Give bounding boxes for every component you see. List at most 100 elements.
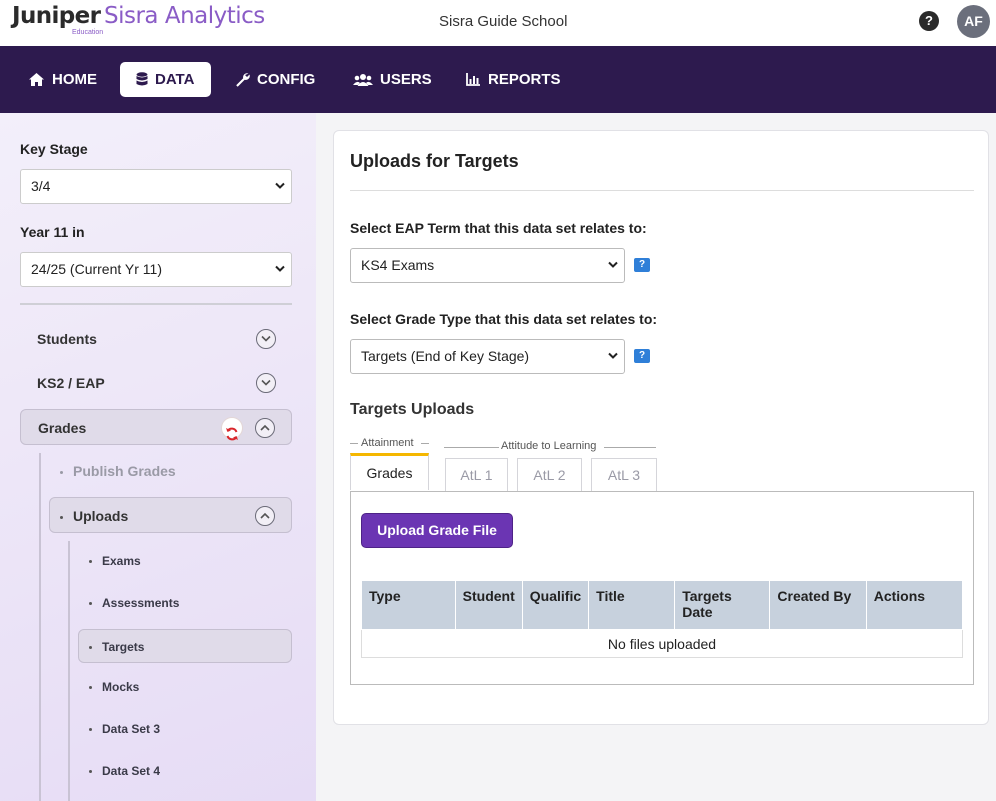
app-name: Sisra Analytics [104, 3, 265, 29]
group-line [421, 443, 429, 444]
chevron-down-icon [608, 352, 618, 359]
sidebar-item-grades[interactable]: Grades [20, 409, 292, 445]
sidebar-item-mocks[interactable]: Mocks [79, 670, 292, 704]
column-header-created-by[interactable]: Created By [769, 580, 867, 630]
uploads-table: Type Student Qualific Title Targets Date… [361, 580, 964, 658]
upload-grade-file-button[interactable]: Upload Grade File [361, 513, 513, 548]
grade-type-value: Targets (End of Key Stage) [361, 348, 530, 364]
column-header-qualification[interactable]: Qualific [521, 580, 590, 630]
key-stage-value: 3/4 [31, 178, 51, 194]
sidebar-item-ks2-eap[interactable]: KS2 / EAP [20, 365, 292, 401]
group-line [350, 443, 358, 444]
group-label-attainment: Attainment [361, 437, 414, 449]
tab-atl-1[interactable]: AtL 1 [445, 458, 508, 492]
bullet [89, 770, 92, 774]
bullet [89, 560, 92, 564]
nav-reports-label: REPORTS [488, 71, 561, 88]
year-select[interactable]: 24/25 (Current Yr 11) [20, 252, 292, 287]
bullet [89, 602, 92, 606]
group-line [604, 447, 656, 448]
key-stage-label: Key Stage [20, 141, 88, 157]
nav-reports[interactable]: REPORTS [456, 62, 571, 97]
sidebar-item-label: Uploads [73, 508, 129, 524]
bullet [60, 470, 63, 474]
home-icon [29, 73, 44, 86]
refresh-icon[interactable] [221, 417, 243, 441]
sidebar-item-label: Publish Grades [73, 463, 176, 479]
eap-help-icon[interactable]: ? [634, 258, 650, 272]
sidebar-item-data-set-3[interactable]: Data Set 3 [79, 712, 292, 746]
sidebar-item-label: Data Set 3 [102, 722, 161, 736]
group-line [444, 447, 499, 448]
school-name: Sisra Guide School [439, 13, 568, 30]
nav-data-label: DATA [155, 71, 195, 88]
title-divider [350, 190, 974, 191]
bullet [60, 515, 63, 519]
collapse-icon[interactable] [255, 418, 275, 438]
bullet [89, 686, 92, 690]
brand-sub: Education [72, 29, 104, 36]
chevron-down-icon [275, 265, 285, 272]
nav-users-label: USERS [380, 71, 432, 88]
sidebar-item-publish-grades[interactable]: Publish Grades [50, 453, 292, 489]
main-nav: HOME DATA CONFIG USERS REPORTS [0, 46, 996, 113]
column-header-student[interactable]: Student [454, 580, 523, 630]
sidebar-item-data-set-4[interactable]: Data Set 4 [79, 754, 292, 788]
juniper-logo[interactable]: Juniper Education [12, 3, 103, 36]
collapse-icon[interactable] [255, 506, 275, 526]
chevron-down-icon [275, 182, 285, 189]
database-icon [136, 72, 148, 86]
page-title: Uploads for Targets [350, 151, 519, 171]
empty-message: No files uploaded [361, 629, 963, 658]
expand-icon[interactable] [256, 373, 276, 393]
year-label: Year 11 in [20, 224, 85, 240]
chart-icon [466, 73, 480, 86]
year-value: 24/25 (Current Yr 11) [31, 261, 162, 277]
sidebar-item-label: Data Set 4 [102, 764, 161, 778]
eap-term-value: KS4 Exams [361, 257, 435, 273]
eap-term-select[interactable]: KS4 Exams [350, 248, 625, 283]
grade-type-select[interactable]: Targets (End of Key Stage) [350, 339, 625, 374]
sidebar-item-students[interactable]: Students [20, 321, 292, 357]
eap-term-label: Select EAP Term that this data set relat… [350, 220, 647, 236]
sidebar-item-label: KS2 / EAP [37, 375, 105, 391]
tab-grades[interactable]: Grades [350, 453, 429, 490]
sidebar-item-label: Mocks [102, 680, 140, 694]
key-stage-select[interactable]: 3/4 [20, 169, 292, 204]
nav-data[interactable]: DATA [120, 62, 211, 97]
nav-home[interactable]: HOME [18, 62, 107, 97]
sidebar-item-exams[interactable]: Exams [79, 544, 292, 578]
users-icon [353, 73, 373, 86]
tab-atl-3[interactable]: AtL 3 [591, 458, 657, 492]
column-header-type[interactable]: Type [361, 580, 456, 630]
help-icon[interactable]: ? [919, 11, 939, 31]
sidebar-item-label: Targets [102, 640, 145, 654]
tree-line [39, 453, 41, 801]
sidebar-item-label: Exams [102, 554, 141, 568]
grade-type-label: Select Grade Type that this data set rel… [350, 311, 658, 327]
nav-config-label: CONFIG [257, 71, 316, 88]
user-avatar[interactable]: AF [957, 5, 990, 38]
table-header-row: Type Student Qualific Title Targets Date… [361, 580, 964, 630]
column-header-targets-date[interactable]: Targets Date [674, 580, 771, 630]
sidebar-item-targets[interactable]: Targets [78, 629, 292, 663]
sidebar: Key Stage 3/4 Year 11 in 24/25 (Current … [0, 113, 316, 801]
grade-type-help-icon[interactable]: ? [634, 349, 650, 363]
bullet [89, 728, 92, 732]
column-header-title[interactable]: Title [588, 580, 676, 630]
expand-icon[interactable] [256, 329, 276, 349]
sidebar-item-uploads[interactable]: Uploads [49, 497, 292, 533]
nav-users[interactable]: USERS [343, 62, 442, 97]
sidebar-item-label: Grades [38, 420, 87, 436]
nav-config[interactable]: CONFIG [225, 62, 325, 97]
targets-uploads-title: Targets Uploads [350, 401, 475, 418]
sidebar-divider [20, 303, 292, 305]
tab-atl-2[interactable]: AtL 2 [517, 458, 582, 492]
table-row: No files uploaded [361, 629, 963, 658]
tree-line [68, 541, 70, 801]
column-header-actions: Actions [865, 580, 964, 630]
wrench-icon [236, 73, 250, 87]
sidebar-item-assessments[interactable]: Assessments [79, 586, 292, 620]
tab-content: Upload Grade File Type Student Qualific … [350, 491, 974, 685]
group-label-atl: Attitude to Learning [501, 440, 597, 452]
